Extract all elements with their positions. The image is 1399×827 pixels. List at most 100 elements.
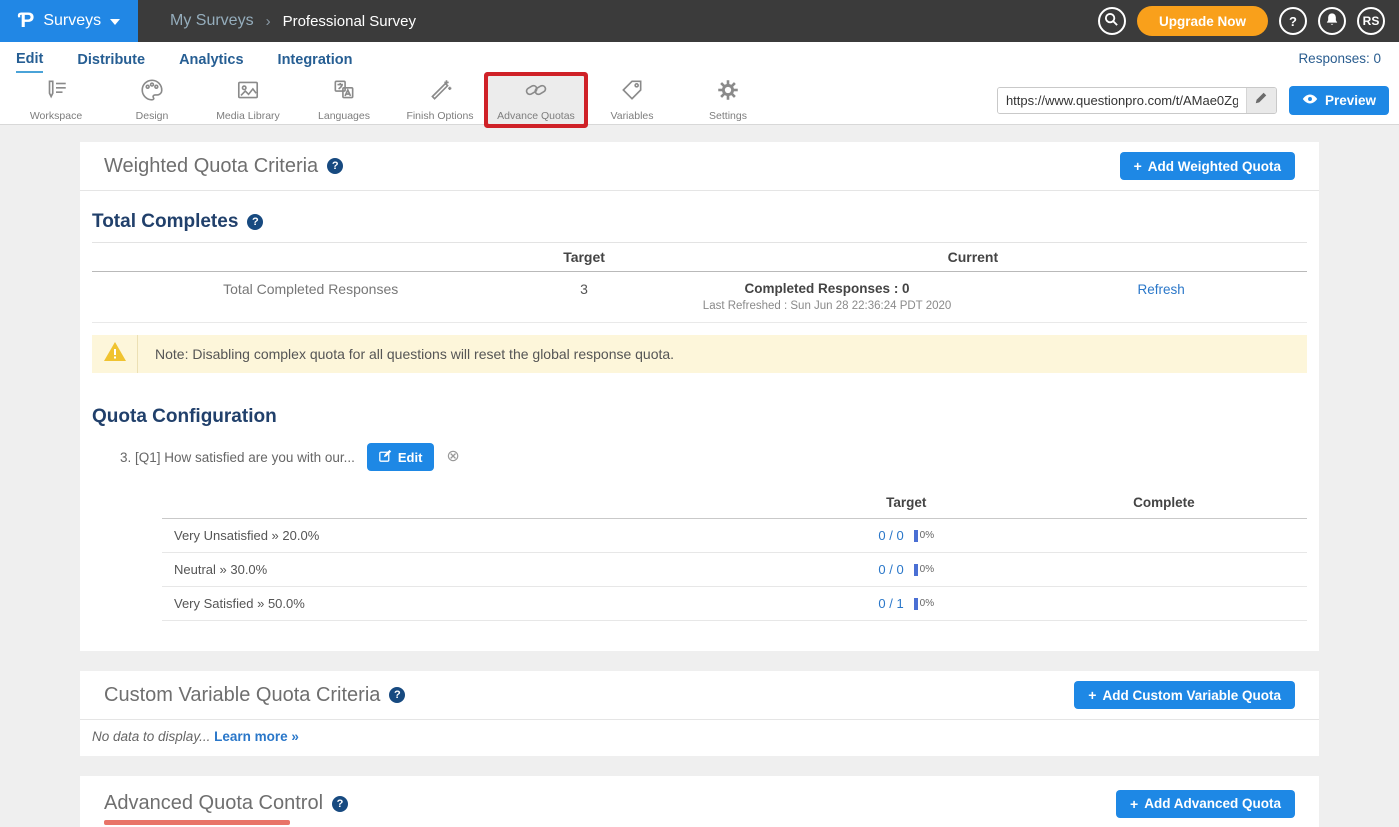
- total-completes-table: Target Current Total Completed Responses…: [92, 242, 1307, 323]
- edit-label: Edit: [398, 450, 423, 465]
- no-data-text: No data to display...: [92, 729, 210, 744]
- help-icon[interactable]: ?: [327, 158, 343, 174]
- workspace-icon: [43, 77, 69, 108]
- main-content: Weighted Quota Criteria ? + Add Weighted…: [0, 125, 1399, 827]
- target-value: 0 / 0: [878, 562, 903, 577]
- help-icon[interactable]: ?: [247, 214, 263, 230]
- plus-icon: +: [1088, 687, 1096, 703]
- add-weighted-quota-button[interactable]: + Add Weighted Quota: [1120, 152, 1295, 180]
- annotation-red-underline: [104, 820, 290, 825]
- questionpro-logo-icon: Ƥ: [18, 10, 34, 31]
- progress-percent: 0%: [920, 598, 934, 609]
- advanced-quota-title: Advanced Quota Control ?: [104, 792, 348, 815]
- product-name: Surveys: [43, 12, 101, 30]
- custom-variable-header: Custom Variable Quota Criteria ? + Add C…: [80, 671, 1319, 720]
- quota-configuration-title-text: Quota Configuration: [92, 406, 277, 428]
- breadcrumb-my-surveys[interactable]: My Surveys: [170, 12, 254, 30]
- answer-label: Neutral » 30.0%: [162, 562, 792, 577]
- toolbar-label: Workspace: [30, 110, 82, 122]
- table-row: Very Satisfied » 50.0% 0 / 1 0%: [162, 587, 1307, 621]
- pencil-icon: [1254, 91, 1268, 110]
- help-icon[interactable]: ?: [332, 796, 348, 812]
- weighted-quota-body: Total Completes ? Target Current Total C…: [80, 191, 1319, 651]
- add-custom-variable-quota-button[interactable]: + Add Custom Variable Quota: [1074, 681, 1295, 709]
- preview-label: Preview: [1325, 93, 1376, 108]
- progress-indicator: 0%: [914, 530, 934, 542]
- quota-configuration-title: Quota Configuration: [92, 387, 1307, 428]
- column-target: Target: [792, 495, 1021, 510]
- toolbar-item-settings[interactable]: Settings: [680, 76, 776, 124]
- gear-icon: [715, 77, 741, 108]
- toolbar-item-design[interactable]: Design: [104, 76, 200, 124]
- progress-indicator: 0%: [914, 564, 934, 576]
- weighted-quota-title-text: Weighted Quota Criteria: [104, 155, 318, 178]
- toolbar-label: Variables: [611, 110, 654, 122]
- help-button[interactable]: ?: [1279, 7, 1307, 35]
- toolbar-item-finish-options[interactable]: Finish Options: [392, 76, 488, 124]
- upgrade-now-button[interactable]: Upgrade Now: [1137, 6, 1268, 36]
- survey-nav: Edit Distribute Analytics Integration Re…: [0, 42, 1399, 75]
- product-switcher[interactable]: Ƥ Surveys: [0, 0, 138, 42]
- tab-integration[interactable]: Integration: [278, 46, 353, 72]
- toolbar-item-languages[interactable]: Languages: [296, 76, 392, 124]
- remove-quota-icon[interactable]: ⊗: [446, 449, 459, 465]
- edit-url-button[interactable]: [1246, 88, 1276, 113]
- edit-toolbar: Workspace Design Media Library Languages…: [0, 75, 1399, 125]
- help-icon[interactable]: ?: [389, 687, 405, 703]
- total-completed-responses-label: Total Completed Responses: [92, 281, 529, 297]
- toolbar-item-workspace[interactable]: Workspace: [8, 76, 104, 124]
- toolbar-item-variables[interactable]: Variables: [584, 76, 680, 124]
- responses-count: Responses: 0: [1298, 51, 1381, 66]
- chain-link-icon: [523, 77, 549, 108]
- toolbar-item-advance-quotas[interactable]: Advance Quotas: [488, 76, 584, 124]
- avatar[interactable]: RS: [1357, 7, 1385, 35]
- toolbar-right: Preview: [997, 75, 1389, 125]
- total-completes-title-text: Total Completes: [92, 211, 238, 233]
- search-icon: [1104, 12, 1119, 30]
- quota-note-banner: Note: Disabling complex quota for all qu…: [92, 335, 1307, 373]
- add-advanced-quota-button[interactable]: + Add Advanced Quota: [1116, 790, 1295, 818]
- search-button[interactable]: [1098, 7, 1126, 35]
- target-cell: 0 / 1 0%: [792, 596, 1021, 611]
- toolbar-label: Languages: [318, 110, 370, 122]
- answer-label: Very Unsatisfied » 20.0%: [162, 528, 792, 543]
- tab-analytics[interactable]: Analytics: [179, 46, 243, 72]
- translate-icon: [331, 77, 357, 108]
- note-icon-cell: [92, 335, 138, 373]
- add-custom-variable-quota-label: Add Custom Variable Quota: [1102, 688, 1281, 703]
- quota-question-label: 3. [Q1] How satisfied are you with our..…: [120, 450, 355, 465]
- bell-icon: [1325, 12, 1339, 30]
- target-cell: 0 / 0 0%: [792, 528, 1021, 543]
- table-row: Very Unsatisfied » 20.0% 0 / 0 0%: [162, 519, 1307, 553]
- preview-button[interactable]: Preview: [1289, 86, 1389, 115]
- target-value: 0 / 1: [878, 596, 903, 611]
- advanced-quota-card: Advanced Quota Control ? + Add Advanced …: [80, 776, 1319, 827]
- table-row: Total Completed Responses 3 Completed Re…: [92, 272, 1307, 323]
- edit-quota-button[interactable]: Edit: [367, 443, 435, 471]
- notifications-button[interactable]: [1318, 7, 1346, 35]
- add-advanced-quota-label: Add Advanced Quota: [1144, 796, 1281, 811]
- plus-icon: +: [1130, 796, 1138, 812]
- weighted-quota-header: Weighted Quota Criteria ? + Add Weighted…: [80, 142, 1319, 191]
- current-cell: Completed Responses : 0 Last Refreshed :…: [639, 281, 1016, 312]
- custom-variable-empty-state: No data to display... Learn more »: [80, 720, 1319, 756]
- magic-wand-icon: [427, 77, 453, 108]
- survey-url-field: [997, 87, 1277, 114]
- quota-question-row: 3. [Q1] How satisfied are you with our..…: [120, 443, 1307, 471]
- plus-icon: +: [1134, 158, 1142, 174]
- learn-more-link[interactable]: Learn more »: [214, 729, 299, 744]
- refresh-link[interactable]: Refresh: [1138, 282, 1185, 297]
- breadcrumb-separator: ›: [266, 13, 271, 30]
- toolbar-label: Media Library: [216, 110, 280, 122]
- tab-distribute[interactable]: Distribute: [77, 46, 145, 72]
- answer-label: Very Satisfied » 50.0%: [162, 596, 792, 611]
- topbar-actions: Upgrade Now ? RS: [1098, 0, 1385, 42]
- breadcrumb-current-survey: Professional Survey: [283, 13, 416, 30]
- advanced-quota-header: Advanced Quota Control ? + Add Advanced …: [80, 776, 1319, 827]
- column-spacer: [92, 249, 529, 265]
- survey-url-input[interactable]: [998, 88, 1246, 113]
- tab-edit[interactable]: Edit: [16, 45, 43, 73]
- total-completes-table-head: Target Current: [92, 243, 1307, 272]
- column-spacer: [162, 495, 792, 510]
- toolbar-item-media-library[interactable]: Media Library: [200, 76, 296, 124]
